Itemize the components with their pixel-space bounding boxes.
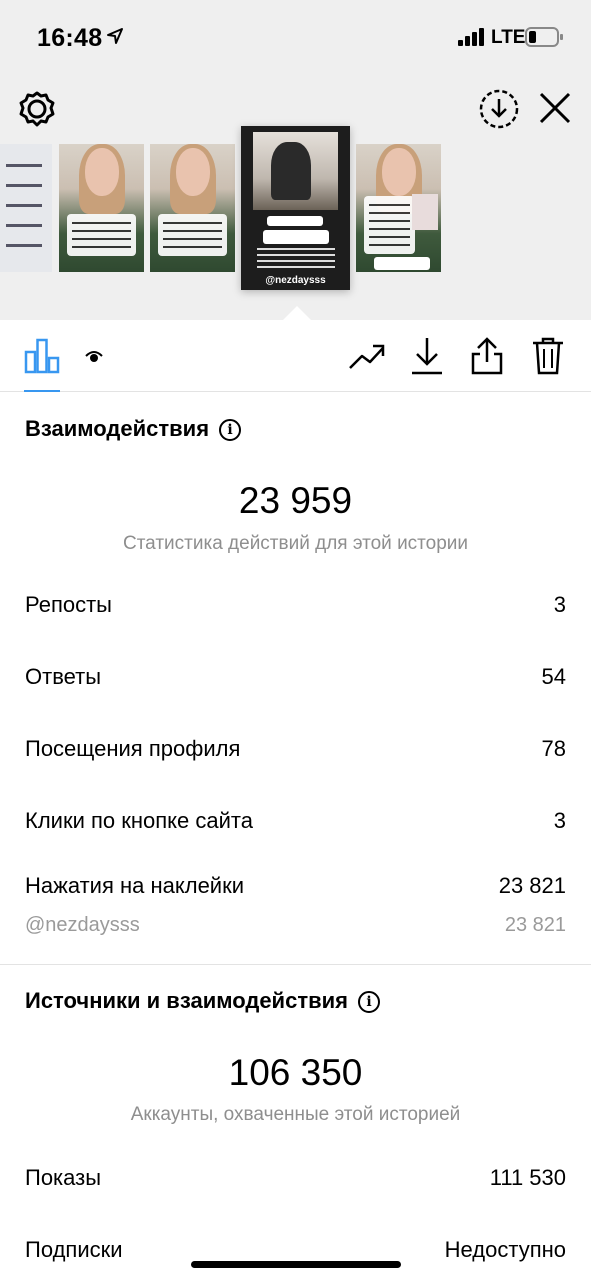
stat-label: Клики по кнопке сайта xyxy=(25,808,253,833)
section-divider xyxy=(0,964,591,965)
stat-value: 3 xyxy=(553,808,566,833)
story-thumbnail[interactable] xyxy=(150,144,235,272)
active-tab-indicator xyxy=(24,390,60,392)
stat-label: @nezdaysss xyxy=(25,914,140,936)
share-icon[interactable] xyxy=(470,336,504,376)
engagement-total: 23 959 xyxy=(238,480,353,521)
eye-icon[interactable] xyxy=(84,348,104,364)
stat-label: Ответы xyxy=(25,664,102,689)
engagement-subtitle: Статистика действий для этой истории xyxy=(122,533,469,554)
stat-value: 3 xyxy=(553,592,566,617)
download-icon[interactable] xyxy=(410,336,444,376)
story-thumbnail-selected[interactable]: @nezdaysss xyxy=(241,126,350,290)
stat-label: Подписки xyxy=(25,1237,123,1262)
reach-title-text: Источники и взаимодействия xyxy=(25,988,348,1013)
stat-value: 111 530 xyxy=(489,1165,566,1190)
stat-value: 23 821 xyxy=(498,873,566,898)
stat-value: Недоступно xyxy=(444,1237,566,1262)
signal-icon xyxy=(458,28,484,46)
stat-value: 78 xyxy=(541,736,566,761)
status-bar: 16:48 LTE xyxy=(0,0,591,74)
stat-label: Нажатия на наклейки xyxy=(25,873,245,898)
stat-value: 23 821 xyxy=(504,914,566,936)
story-thumbnail[interactable] xyxy=(0,144,52,272)
download-circle-icon[interactable] xyxy=(478,88,520,130)
bar-chart-icon[interactable] xyxy=(24,338,60,374)
story-thumbnail[interactable] xyxy=(59,144,144,272)
status-time: 16:48 xyxy=(37,24,103,52)
engagement-title-text: Взаимодействия xyxy=(25,416,210,441)
reach-section-title: Источники и взаимодействия i xyxy=(25,988,380,1014)
location-arrow-icon xyxy=(107,28,123,44)
stat-value: 54 xyxy=(541,664,566,689)
trash-icon[interactable] xyxy=(531,336,565,376)
selected-story-pointer xyxy=(283,306,311,320)
network-type: LTE xyxy=(491,27,526,48)
reach-subtitle: Аккаунты, охваченные этой историей xyxy=(130,1104,461,1125)
story-handle: @nezdaysss xyxy=(265,275,326,286)
close-icon[interactable] xyxy=(537,90,573,126)
story-thumbnail[interactable] xyxy=(356,144,441,272)
battery-icon xyxy=(525,27,563,47)
info-icon[interactable]: i xyxy=(219,419,242,442)
info-icon[interactable]: i xyxy=(357,991,380,1014)
stat-label: Показы xyxy=(25,1165,102,1190)
trending-up-icon[interactable] xyxy=(348,340,386,372)
reach-total: 106 350 xyxy=(228,1052,363,1093)
engagement-section-title: Взаимодействия i xyxy=(25,416,242,442)
settings-gear-icon[interactable] xyxy=(18,90,56,128)
stat-label: Посещения профиля xyxy=(25,736,241,761)
stat-label: Репосты xyxy=(25,592,112,617)
home-indicator[interactable] xyxy=(191,1261,401,1268)
